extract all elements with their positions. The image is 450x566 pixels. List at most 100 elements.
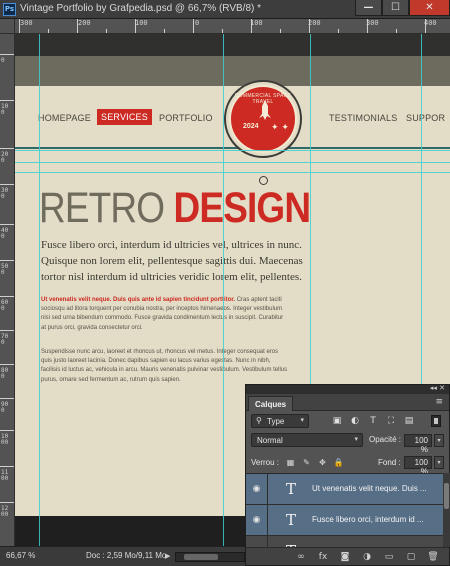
ruler-label: 300: [20, 19, 33, 27]
guide-vertical[interactable]: [223, 34, 224, 546]
status-menu-arrow-icon[interactable]: ▶: [165, 552, 170, 560]
new-layer-icon[interactable]: ▢: [404, 550, 418, 564]
lead-paragraph: Fusce libero orci, interdum id ultricies…: [41, 239, 303, 283]
lock-image-icon[interactable]: ✎: [300, 456, 313, 469]
blend-mode-value: Normal: [257, 436, 283, 445]
new-group-icon[interactable]: ▭: [382, 550, 396, 564]
filter-smart-object-icon[interactable]: ▤: [402, 414, 416, 428]
guide-horizontal[interactable]: [15, 150, 450, 151]
close-button[interactable]: ✕: [409, 0, 450, 16]
layer-filter-select[interactable]: ⚲ Type ▾: [251, 414, 309, 428]
rocket-icon: [259, 100, 271, 120]
scrollbar-thumb[interactable]: [444, 483, 449, 509]
fill-field[interactable]: 100 %: [404, 456, 432, 476]
nav-services: SERVICES: [97, 109, 152, 125]
zoom-level[interactable]: 66,67 %: [6, 551, 35, 560]
body-paragraph-1-highlight: Ut venenatis velit neque. Duis quis ante…: [41, 297, 236, 303]
guide-horizontal[interactable]: [15, 162, 450, 163]
blend-mode-select[interactable]: Normal ▾: [251, 433, 363, 447]
guide-vertical[interactable]: [39, 34, 40, 546]
panel-header-strip[interactable]: ◂◂ ✕: [246, 384, 449, 394]
ruler-label: 1200: [1, 505, 9, 518]
layer-name[interactable]: Ut venenatis velit neque. Duis ...: [312, 484, 440, 493]
visibility-eye-icon[interactable]: ◉: [246, 474, 268, 505]
fill-label: Fond :: [378, 458, 401, 467]
header-olive-strip: [15, 56, 450, 86]
ruler-label: 800: [1, 367, 9, 380]
badge-disc: COMMERCIAL SPACE TRAVEL 2024 ✦ ✦: [229, 85, 297, 153]
minimize-button[interactable]: —: [355, 0, 382, 16]
opacity-label: Opacité :: [369, 435, 402, 444]
filter-text-icon[interactable]: T: [366, 414, 380, 428]
trash-icon[interactable]: 🗑: [426, 550, 440, 564]
document-size: Doc : 2,59 Mo/9,11 Mo: [86, 551, 167, 560]
visibility-eye-icon[interactable]: ◉: [246, 536, 268, 547]
chevron-down-icon: ▾: [354, 435, 358, 443]
ruler-label: 1000: [1, 433, 9, 446]
space-travel-badge: COMMERCIAL SPACE TRAVEL 2024 ✦ ✦: [224, 80, 302, 185]
vertical-ruler[interactable]: 0 100 200 300 400 500 600 700 800 900 10…: [0, 34, 15, 546]
lock-all-icon[interactable]: 🔒: [332, 456, 345, 469]
layer-row[interactable]: ◉ T Ut venenatis velit neque. Duis ...: [246, 474, 443, 505]
chevron-down-icon: ▾: [300, 416, 304, 424]
ruler-label: 400: [1, 227, 9, 240]
panel-menu-icon[interactable]: ≡: [435, 397, 443, 407]
opacity-slider-toggle[interactable]: ▾: [434, 434, 444, 447]
panel-tabs: Calques ≡: [246, 394, 449, 411]
body-paragraph-1: Ut venenatis velit neque. Duis quis ante…: [41, 296, 289, 333]
opacity-field[interactable]: 100 %: [404, 434, 432, 454]
layers-footer: ∞ fx ◙ ◑ ▭ ▢ 🗑: [246, 547, 449, 565]
filter-adjustment-icon[interactable]: ◐: [348, 414, 362, 428]
layer-row[interactable]: ◉ T Fusce libero orci, interdum id ...: [246, 505, 443, 536]
fill-slider-toggle[interactable]: ▾: [434, 456, 444, 469]
ruler-label: 1100: [1, 469, 9, 482]
layers-panel: ◂◂ ✕ Calques ≡ ⚲ Type ▾ ▣ ◐ T ⛶ ▤ Normal…: [245, 384, 450, 566]
nav-divider-line: [15, 147, 450, 149]
visibility-eye-icon[interactable]: ◉: [246, 505, 268, 536]
layers-list: ◉ T Ut venenatis velit neque. Duis ... ◉…: [246, 473, 443, 547]
collapse-panel-icon[interactable]: ◂◂ ✕: [430, 384, 445, 392]
link-layers-icon[interactable]: ∞: [294, 550, 308, 564]
layer-style-icon[interactable]: fx: [316, 550, 330, 564]
nav-testimonials: TESTIMONIALS: [329, 113, 398, 123]
status-bar: 66,67 % Doc : 2,59 Mo/9,11 Mo ▶: [0, 546, 245, 566]
add-mask-icon[interactable]: ◙: [338, 550, 352, 564]
horizontal-scrollbar[interactable]: [175, 552, 245, 562]
layer-row[interactable]: ◉ T: [246, 536, 443, 547]
layer-name[interactable]: Fusce libero orci, interdum id ...: [312, 515, 440, 524]
guide-horizontal[interactable]: [15, 172, 450, 173]
ruler-label: 0: [195, 19, 200, 27]
ruler-label: 700: [1, 333, 9, 346]
document-title: Vintage Portfolio by Grafpedia.psd @ 66,…: [20, 3, 262, 14]
filter-type-label: Type: [267, 417, 285, 426]
nav-support: SUPPOR: [406, 113, 446, 123]
headline-red: DESIGN: [173, 184, 311, 232]
ruler-label: 200: [78, 19, 91, 27]
lock-position-icon[interactable]: ✥: [316, 456, 329, 469]
badge-year: 2024: [243, 123, 259, 130]
ruler-label: 0: [1, 57, 5, 64]
maximize-button[interactable]: ☐: [382, 0, 409, 16]
ruler-label: 300: [1, 187, 9, 200]
lock-label: Verrou :: [251, 458, 280, 467]
ruler-label: 100: [1, 103, 9, 116]
nav-portfolio: PORTFOLIO: [159, 113, 213, 123]
star-icon: ✦ ✦: [271, 123, 289, 133]
adjustment-layer-icon[interactable]: ◑: [360, 550, 374, 564]
layers-scrollbar[interactable]: [443, 473, 450, 547]
ruler-label: 200: [1, 151, 9, 164]
filter-shape-icon[interactable]: ⛶: [384, 414, 398, 428]
filter-toggle-switch[interactable]: [431, 415, 441, 427]
nav-homepage: HOMEPAGE: [38, 113, 91, 123]
text-layer-icon: T: [286, 511, 297, 529]
horizontal-ruler[interactable]: 300 200 100 0 100 200 300 400: [15, 19, 450, 34]
ruler-origin[interactable]: [0, 19, 15, 34]
tab-calques[interactable]: Calques: [248, 396, 294, 411]
text-layer-icon: T: [286, 480, 297, 498]
ruler-label: 900: [1, 401, 9, 414]
page-headline: RETRO DESIGN: [39, 184, 311, 233]
scrollbar-thumb[interactable]: [184, 554, 218, 560]
filter-pixel-icon[interactable]: ▣: [330, 414, 344, 428]
lock-transparency-icon[interactable]: ▦: [284, 456, 297, 469]
body-paragraph-2: Suspendisse nunc arcu, laoreet et rhoncu…: [41, 349, 288, 383]
